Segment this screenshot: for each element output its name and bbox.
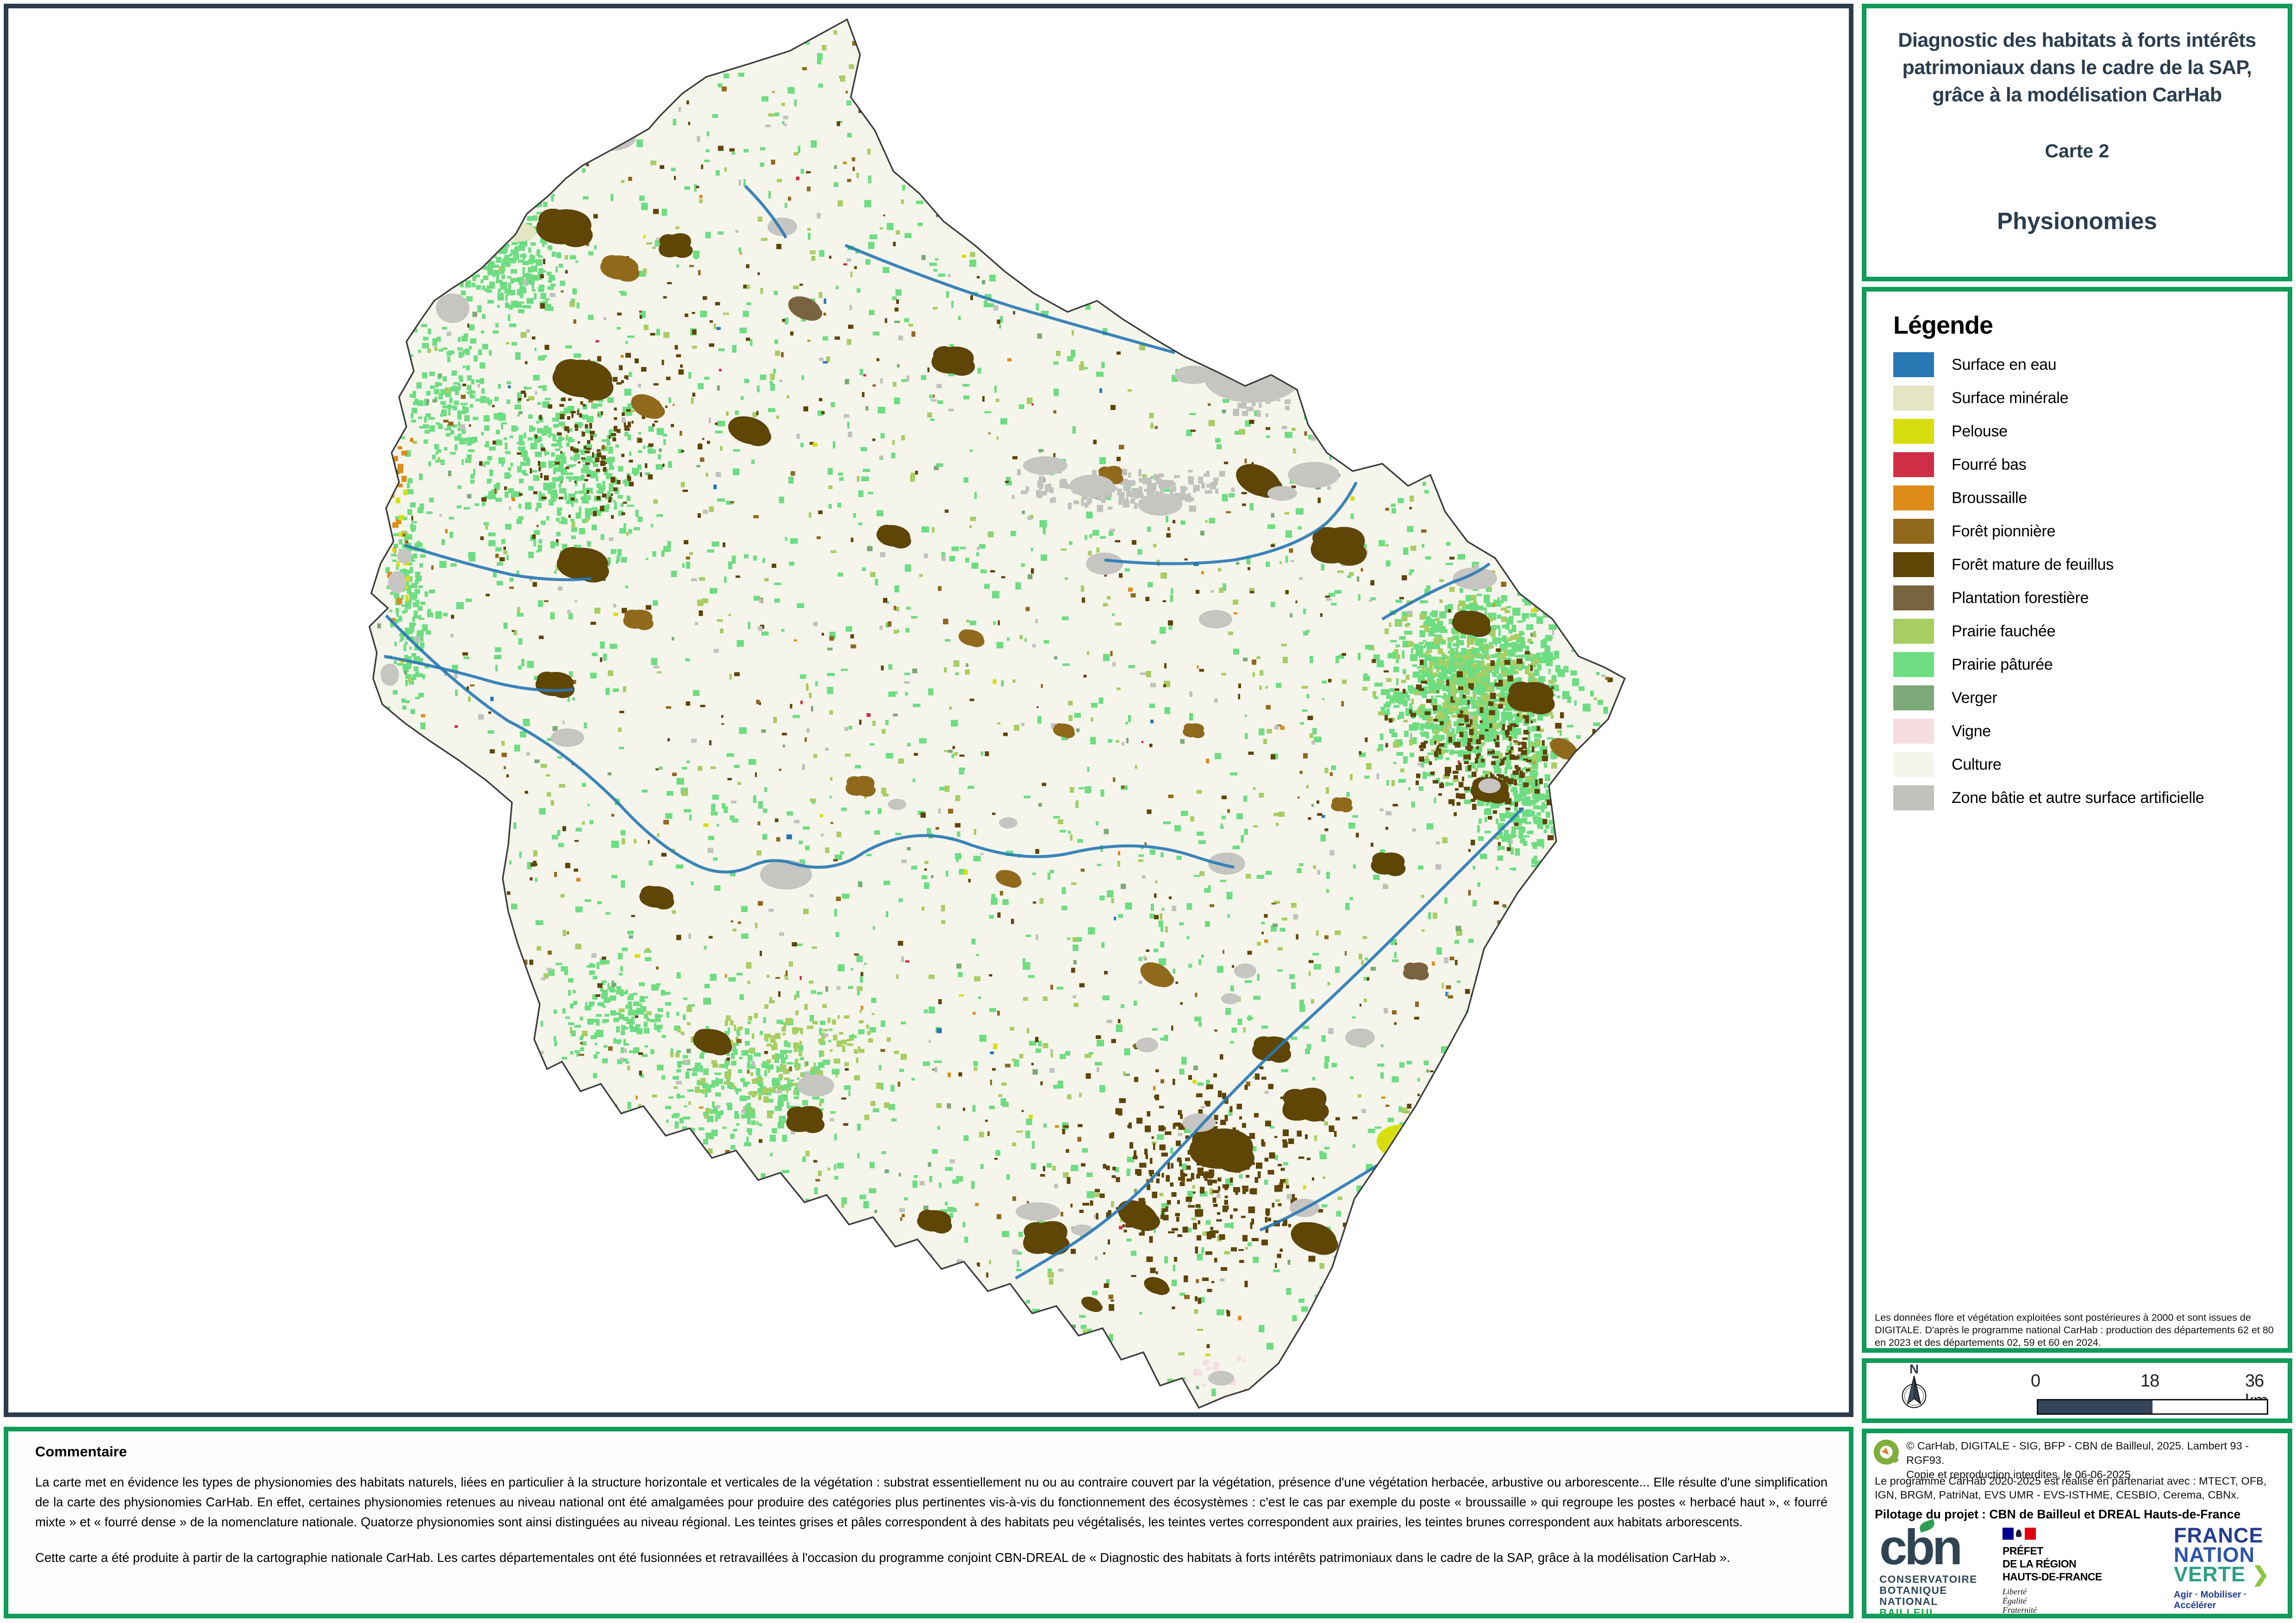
comment-paragraph-2: Cette carte a été produite à partir de l… [35,1548,1828,1567]
france-nation-verte-logo: FRANCE NATION VERTE ❯ Agir · Mobiliser ·… [2174,1526,2285,1611]
title-panel: Diagnostic des habitats à forts intérêts… [1862,4,2292,281]
legend-label: Verger [1952,689,1997,707]
prefet-logo: PRÉFET DE LA RÉGION HAUTS-DE-FRANCE Libe… [2003,1528,2118,1615]
legend-label: Zone bâtie et autre surface artificielle [1952,789,2204,807]
north-letter: N [1909,1364,1919,1376]
legend-label: Vigne [1952,722,1991,740]
legend-item: Vigne [1893,715,2204,748]
legend-swatch [1893,719,1934,744]
legend-item: Surface minérale [1893,381,2204,415]
scalebar-filled-half [2038,1400,2152,1413]
legend-swatch [1893,685,1934,710]
map-theme: Physionomies [1866,207,2288,235]
legend-item: Fourré bas [1893,448,2204,481]
legend-item: Surface en eau [1893,348,2204,381]
comment-paragraph-1: La carte met en évidence les types de ph… [35,1472,1828,1532]
legend-item: Culture [1893,748,2204,781]
legend-label: Forêt pionnière [1952,522,2055,541]
data-source-note: Les données flore et végétation exploité… [1875,1312,2282,1349]
scalebar [2037,1399,2268,1415]
legend-swatch [1893,419,1934,444]
partnership-text: Le programme CarHab 2020-2025 est réalis… [1875,1474,2279,1502]
legend-item: Forêt mature de feuillus [1893,548,2204,581]
qgis-logo-icon [1873,1439,1901,1467]
legend-swatch [1893,619,1934,644]
french-flag-icon [2003,1528,2036,1540]
legend-swatch [1893,585,1934,610]
legend-swatch [1893,652,1934,677]
legend-swatch [1893,485,1934,510]
north-arrow-icon: N [1889,1364,1940,1418]
legend-label: Culture [1952,756,2002,774]
legend-swatch [1893,386,1934,410]
scalebar-start: 0 [2031,1371,2040,1391]
legend-swatch [1893,552,1934,577]
legend-label: Prairie pâturée [1952,656,2053,674]
legend-title: Légende [1893,311,1993,340]
chevron-icon: ❯ [2252,1562,2270,1586]
legend-item: Verger [1893,681,2204,715]
map-panel [4,4,1853,1417]
legend-label: Surface en eau [1952,356,2056,374]
legend-item: Broussaille [1893,481,2204,515]
legend-label: Surface minérale [1952,389,2068,407]
legend-item: Forêt pionnière [1893,515,2204,548]
legend-swatch [1893,452,1934,477]
cbn-logo: cbn CONSERVATOIRE BOTANIQUE NATIONAL BAI… [1879,1524,1995,1618]
comment-body: La carte met en évidence les types de ph… [35,1472,1828,1583]
scalebar-panel: N 0 18 36 km [1862,1358,2292,1423]
comment-title: Commentaire [35,1443,127,1460]
legend-item: Prairie pâturée [1893,648,2204,681]
legend-label: Forêt mature de feuillus [1952,556,2114,574]
page-title: Diagnostic des habitats à forts intérêts… [1866,27,2288,109]
legend-label: Broussaille [1952,489,2027,507]
credits-panel: © CarHab, DIGITALE - SIG, BFP - CBN de B… [1862,1429,2292,1618]
legend-label: Fourré bas [1952,456,2026,474]
scalebar-middle: 18 [2140,1371,2159,1391]
comment-panel: Commentaire La carte met en évidence les… [4,1427,1853,1618]
legend-item: Plantation forestière [1893,581,2204,615]
legend-swatch [1893,519,1934,544]
legend-swatch [1893,785,1934,810]
legend-item: Zone bâtie et autre surface artificielle [1893,781,2204,815]
legend-item: Prairie fauchée [1893,615,2204,648]
legend-swatch [1893,352,1934,377]
legend-panel: Légende Surface en eau Surface minérale Pe… [1862,287,2292,1353]
map-canvas [8,8,1849,1412]
legend-item-list: Surface en eau Surface minérale Pelouse Fou… [1893,348,2204,815]
map-number: Carte 2 [1866,140,2288,162]
legend-item: Pelouse [1893,415,2204,448]
legend-label: Plantation forestière [1952,589,2089,607]
legend-swatch [1893,752,1934,777]
legend-label: Prairie fauchée [1952,622,2055,640]
legend-label: Pelouse [1952,423,2008,441]
